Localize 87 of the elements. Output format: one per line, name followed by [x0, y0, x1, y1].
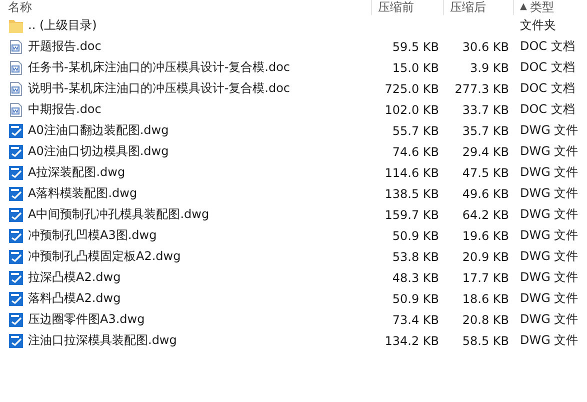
- original-size: 50.9 KB: [392, 292, 439, 306]
- document-icon: [8, 80, 24, 96]
- file-type: DWG 文件: [520, 165, 578, 179]
- original-size: 15.0 KB: [392, 60, 439, 74]
- file-name[interactable]: 注油口拉深模具装配图.dwg: [28, 332, 177, 349]
- drawing-file-icon: [8, 164, 24, 180]
- file-name[interactable]: 任务书-某机床注油口的冲压模具设计-复合模.doc: [28, 59, 290, 76]
- original-size: 102.0 KB: [384, 102, 439, 116]
- file-name[interactable]: 冲预制孔凹模A3图.dwg: [28, 227, 157, 244]
- drawing-file-icon: [8, 270, 24, 286]
- file-type: DWG 文件: [520, 144, 578, 158]
- column-label: 类型: [530, 1, 554, 14]
- file-type: DOC 文档: [520, 102, 575, 116]
- original-size: 73.4 KB: [392, 312, 439, 326]
- file-name[interactable]: A拉深装配图.dwg: [28, 164, 126, 181]
- file-type: DWG 文件: [520, 123, 578, 137]
- compressed-size: 33.7 KB: [462, 102, 509, 116]
- file-name[interactable]: .. (上级目录): [28, 17, 97, 34]
- file-name[interactable]: A0注油口翻边装配图.dwg: [28, 122, 169, 139]
- original-size: 134.2 KB: [384, 334, 439, 348]
- compressed-size: 49.6 KB: [462, 186, 509, 200]
- original-size: 159.7 KB: [384, 208, 439, 222]
- file-type: DWG 文件: [520, 312, 578, 326]
- column-label: 名称: [8, 1, 32, 14]
- file-type: DOC 文档: [520, 81, 575, 95]
- compressed-size: 20.9 KB: [462, 250, 509, 264]
- file-name[interactable]: 说明书-某机床注油口的冲压模具设计-复合模.doc: [28, 80, 290, 97]
- document-icon: [8, 38, 24, 54]
- drawing-file-icon: [8, 248, 24, 264]
- drawing-file-icon: [8, 122, 24, 138]
- original-size: 48.3 KB: [392, 270, 439, 284]
- folder-icon: [8, 18, 24, 34]
- column-header[interactable]: 名称: [0, 0, 372, 15]
- file-type: DOC 文档: [520, 39, 575, 53]
- file-name[interactable]: 冲预制孔凸模固定板A2.dwg: [28, 248, 181, 265]
- original-size: 74.6 KB: [392, 144, 439, 158]
- drawing-file-icon: [8, 332, 24, 348]
- compressed-size: 20.8 KB: [462, 312, 509, 326]
- original-size: 138.5 KB: [384, 186, 439, 200]
- column-label: 压缩前: [378, 1, 414, 14]
- file-name[interactable]: 压边圈零件图A3.dwg: [28, 311, 145, 328]
- file-type: DWG 文件: [520, 291, 578, 305]
- file-name[interactable]: 拉深凸模A2.dwg: [28, 269, 121, 286]
- original-size: 53.8 KB: [392, 250, 439, 264]
- column-header[interactable]: ▲ 类型: [514, 0, 587, 15]
- compressed-size: 58.5 KB: [462, 334, 509, 348]
- file-type: DWG 文件: [520, 186, 578, 200]
- compressed-size: 64.2 KB: [462, 208, 509, 222]
- compressed-size: 35.7 KB: [462, 124, 509, 138]
- file-type: DOC 文档: [520, 60, 575, 74]
- drawing-file-icon: [8, 290, 24, 306]
- file-name[interactable]: 开题报告.doc: [28, 38, 102, 55]
- drawing-file-icon: [8, 312, 24, 328]
- file-type: DWG 文件: [520, 228, 578, 242]
- compressed-size: 277.3 KB: [454, 82, 509, 96]
- column-header[interactable]: 压缩后: [444, 0, 514, 15]
- file-name[interactable]: 落料凸模A2.dwg: [28, 290, 121, 307]
- column-header[interactable]: 压缩前: [372, 0, 444, 15]
- original-size: 55.7 KB: [392, 124, 439, 138]
- original-size: 50.9 KB: [392, 228, 439, 242]
- file-type: DWG 文件: [520, 207, 578, 221]
- drawing-file-icon: [8, 186, 24, 202]
- sort-indicator: ▲: [520, 1, 527, 14]
- compressed-size: 3.9 KB: [470, 60, 509, 74]
- file-name[interactable]: A0注油口切边模具图.dwg: [28, 143, 169, 160]
- compressed-size: 17.7 KB: [462, 270, 509, 284]
- original-size: 725.0 KB: [384, 82, 439, 96]
- compressed-size: 18.6 KB: [462, 292, 509, 306]
- compressed-size: 47.5 KB: [462, 166, 509, 180]
- file-type: DWG 文件: [520, 270, 578, 284]
- column-label: 压缩后: [450, 1, 486, 14]
- file-type: DWG 文件: [520, 249, 578, 263]
- drawing-file-icon: [8, 206, 24, 222]
- compressed-size: 29.4 KB: [462, 144, 509, 158]
- file-type: 文件夹: [520, 18, 556, 32]
- file-type: DWG 文件: [520, 333, 578, 347]
- file-name[interactable]: 中期报告.doc: [28, 101, 102, 118]
- file-name[interactable]: A中间预制孔冲孔模具装配图.dwg: [28, 206, 210, 223]
- document-icon: [8, 102, 24, 118]
- drawing-file-icon: [8, 144, 24, 160]
- compressed-size: 30.6 KB: [462, 40, 509, 54]
- original-size: 59.5 KB: [392, 40, 439, 54]
- original-size: 114.6 KB: [384, 166, 439, 180]
- document-icon: [8, 60, 24, 76]
- drawing-file-icon: [8, 228, 24, 244]
- compressed-size: 19.6 KB: [462, 228, 509, 242]
- file-name[interactable]: A落料模装配图.dwg: [28, 185, 138, 202]
